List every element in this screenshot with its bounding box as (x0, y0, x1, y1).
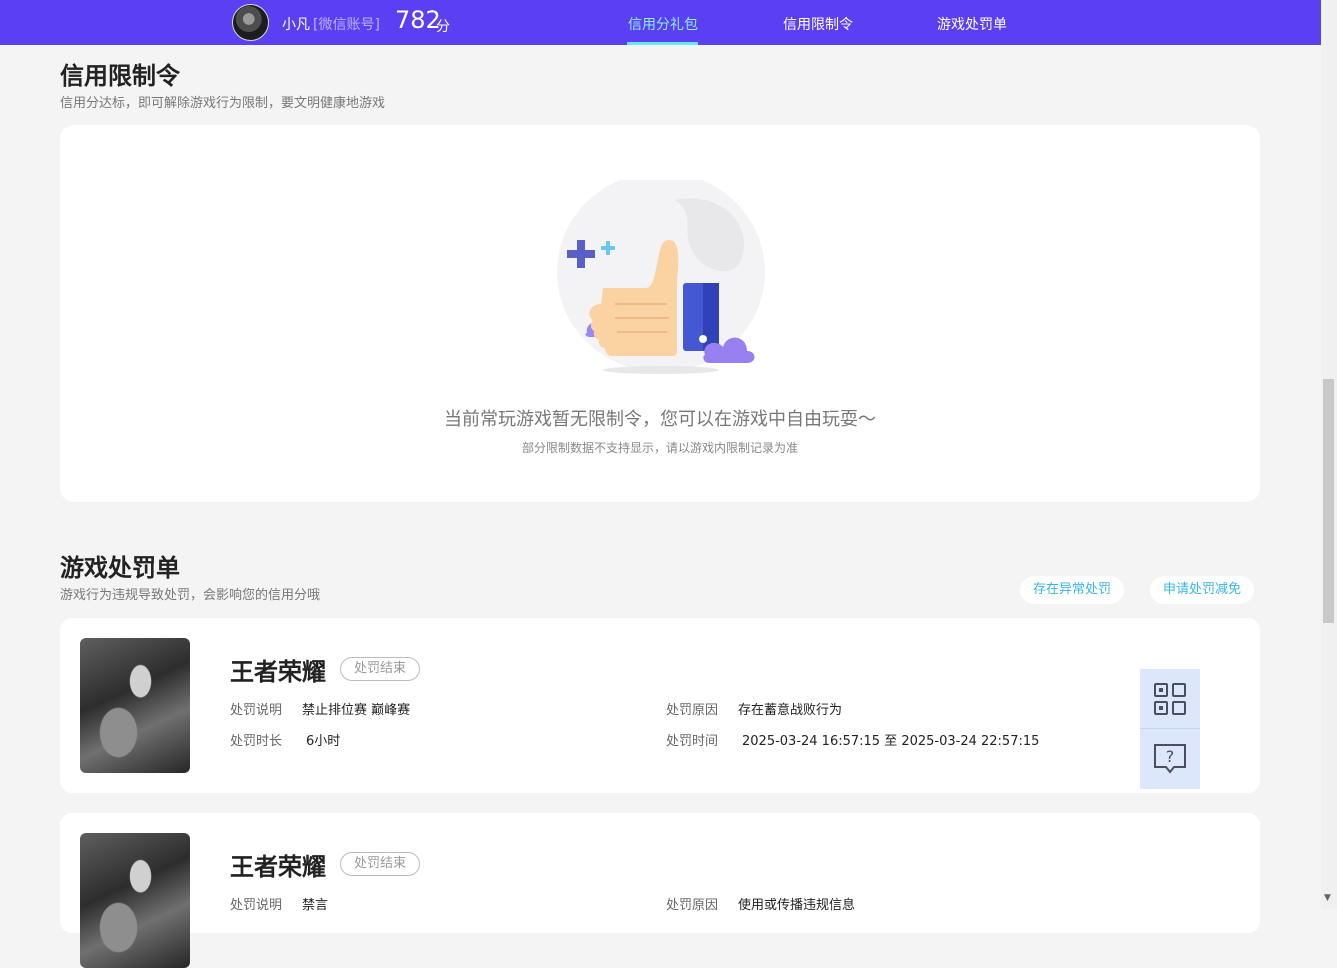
username: 小凡 (282, 17, 310, 33)
scroll-down-icon[interactable]: ▼ (1324, 893, 1331, 903)
penalty-explanation-value: 禁止排位赛 巅峰赛 (302, 703, 411, 718)
credit-score-unit: 分 (436, 19, 450, 35)
abnormal-penalty-button[interactable]: 存在异常处罚 (1020, 576, 1125, 604)
account-type: [微信账号] (313, 17, 380, 33)
svg-text:?: ? (1166, 747, 1175, 766)
help-bubble-icon: ? (1154, 744, 1186, 774)
penalty-duration-label: 处罚时长 (230, 734, 283, 749)
tab-game-penalties[interactable]: 游戏处罚单 (937, 14, 1007, 34)
user-avatar[interactable] (232, 4, 269, 41)
penalty-reason-value: 存在蓄意战败行为 (738, 703, 843, 718)
penalty-explanation-label: 处罚说明 (230, 703, 283, 718)
empty-state-note: 部分限制数据不支持显示，请以游戏内限制记录为准 (521, 441, 798, 455)
restrictions-description: 信用分达标，即可解除游戏行为限制，要文明健康地游戏 (60, 96, 386, 111)
tab-credit-gift[interactable]: 信用分礼包 (628, 14, 698, 34)
penalty-reason-value: 使用或传播违规信息 (738, 898, 856, 913)
top-nav-bar: 小凡 [微信账号] 782 分 信用分礼包 信用限制令 游戏处罚单 (0, 0, 1321, 45)
apply-penalty-reduction-button[interactable]: 申请处罚减免 (1150, 576, 1255, 604)
restrictions-title: 信用限制令 (60, 62, 180, 90)
credit-score: 782 (395, 6, 441, 34)
penalty-explanation-value: 禁言 (302, 898, 329, 913)
game-name: 王者荣耀 (230, 853, 326, 881)
penalty-time-value: 2025-03-24 16:57:15 至 2025-03-24 22:57:1… (742, 734, 1040, 749)
penalty-duration-value: 6小时 (306, 734, 341, 749)
help-button[interactable]: ? (1140, 729, 1200, 789)
thumbs-up-illustration (557, 180, 765, 374)
active-tab-indicator (627, 42, 698, 45)
tab-credit-restrictions[interactable]: 信用限制令 (783, 14, 853, 34)
qr-code-icon (1154, 683, 1186, 715)
side-tool-panel: ? (1140, 669, 1200, 789)
penalties-title: 游戏处罚单 (60, 554, 180, 582)
empty-state-title: 当前常玩游戏暂无限制令，您可以在游戏中自由玩耍～ (444, 409, 876, 430)
qr-code-button[interactable] (1140, 669, 1200, 729)
penalty-reason-label: 处罚原因 (666, 898, 719, 913)
penalty-time-label: 处罚时间 (666, 734, 719, 749)
penalties-description: 游戏行为违规导致处罚，会影响您的信用分哦 (60, 588, 321, 603)
game-cover-image (80, 638, 190, 773)
game-name: 王者荣耀 (230, 658, 326, 686)
penalty-status-badge: 处罚结束 (340, 852, 421, 876)
penalty-card: 王者荣耀 处罚结束 处罚说明 禁止排位赛 巅峰赛 处罚时长 6小时 处罚原因 存… (60, 618, 1260, 793)
penalty-status-badge: 处罚结束 (340, 657, 421, 681)
game-cover-image (80, 833, 190, 968)
penalty-card: 王者荣耀 处罚结束 处罚说明 禁言 处罚原因 使用或传播违规信息 (60, 813, 1260, 968)
penalty-explanation-label: 处罚说明 (230, 898, 283, 913)
scrollbar-thumb[interactable] (1323, 379, 1334, 623)
penalty-reason-label: 处罚原因 (666, 703, 719, 718)
